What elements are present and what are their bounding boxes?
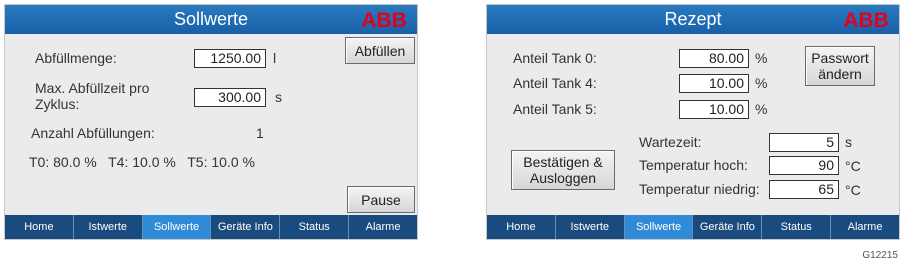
tank-shares-text: T0: 80.0 % T4: 10.0 % T5: 10.0 % <box>29 154 255 170</box>
tank-5-unit: % <box>755 101 768 117</box>
tank-4-label: Anteil Tank 4: <box>513 75 597 91</box>
temp-low-field[interactable]: 65 <box>769 180 839 199</box>
tank-0-unit: % <box>755 50 768 66</box>
max-fill-time-unit: s <box>275 89 282 105</box>
tab-status[interactable]: Status <box>762 215 832 239</box>
temp-low-unit: °C <box>845 182 861 198</box>
max-fill-time-label: Max. Abfüllzeit pro Zyklus: <box>35 80 150 112</box>
tank-4-unit: % <box>755 75 768 91</box>
fill-amount-label: Abfüllmenge: <box>35 50 117 66</box>
recipe-screen: Rezept ABB Anteil Tank 0: 80.00 % Anteil… <box>486 4 900 240</box>
tank-0-label: Anteil Tank 0: <box>513 50 597 66</box>
fill-count-label: Anzahl Abfüllungen: <box>31 125 155 141</box>
setpoints-screen: Sollwerte ABB Abfüllmenge: 1250.00 l Abf… <box>4 4 418 240</box>
fill-amount-field[interactable]: 1250.00 <box>194 49 266 68</box>
tab-home[interactable]: Home <box>5 215 74 239</box>
pause-button[interactable]: Pause <box>347 186 415 213</box>
temp-high-label: Temperatur hoch: <box>639 157 748 173</box>
fill-button[interactable]: Abfüllen <box>345 37 415 64</box>
screen-title: Rezept <box>664 9 722 29</box>
wait-time-unit: s <box>845 134 852 150</box>
max-fill-time-field[interactable]: 300.00 <box>194 88 266 107</box>
fill-amount-unit: l <box>273 50 277 66</box>
tab-alarme[interactable]: Alarme <box>349 215 417 239</box>
confirm-logout-button[interactable]: Bestätigen & Ausloggen <box>511 150 615 190</box>
abb-logo: ABB <box>361 9 407 30</box>
tank-5-label: Anteil Tank 5: <box>513 101 597 117</box>
tab-geraete-info[interactable]: Geräte Info <box>693 215 763 239</box>
tab-status[interactable]: Status <box>280 215 350 239</box>
bottom-nav: Home Istwerte Sollwerte Geräte Info Stat… <box>5 215 417 239</box>
tab-sollwerte[interactable]: Sollwerte <box>624 215 694 239</box>
temp-high-field[interactable]: 90 <box>769 156 839 175</box>
bottom-nav: Home Istwerte Sollwerte Geräte Info Stat… <box>487 215 899 239</box>
tab-sollwerte[interactable]: Sollwerte <box>142 215 212 239</box>
wait-time-field[interactable]: 5 <box>769 133 839 152</box>
screen-title: Sollwerte <box>173 9 249 29</box>
tab-home[interactable]: Home <box>487 215 556 239</box>
tank-0-field[interactable]: 80.00 <box>679 49 749 68</box>
abb-logo: ABB <box>843 9 889 30</box>
figure-id: G12215 <box>862 250 898 261</box>
tank-4-field[interactable]: 10.00 <box>679 74 749 93</box>
screen-header: Sollwerte ABB <box>5 5 417 34</box>
tank-5-field[interactable]: 10.00 <box>679 100 749 119</box>
temp-high-unit: °C <box>845 158 861 174</box>
wait-time-label: Wartezeit: <box>639 134 702 150</box>
abb-logo-text: ABB <box>843 9 889 30</box>
tab-geraete-info[interactable]: Geräte Info <box>211 215 281 239</box>
tab-alarme[interactable]: Alarme <box>831 215 899 239</box>
screen-header: Rezept ABB <box>487 5 899 34</box>
fill-count-value: 1 <box>256 125 264 141</box>
abb-logo-text: ABB <box>361 9 407 30</box>
change-password-button[interactable]: Passwort ändern <box>805 46 875 86</box>
temp-low-label: Temperatur niedrig: <box>639 181 760 197</box>
tab-istwerte[interactable]: Istwerte <box>555 215 625 239</box>
tab-istwerte[interactable]: Istwerte <box>73 215 143 239</box>
